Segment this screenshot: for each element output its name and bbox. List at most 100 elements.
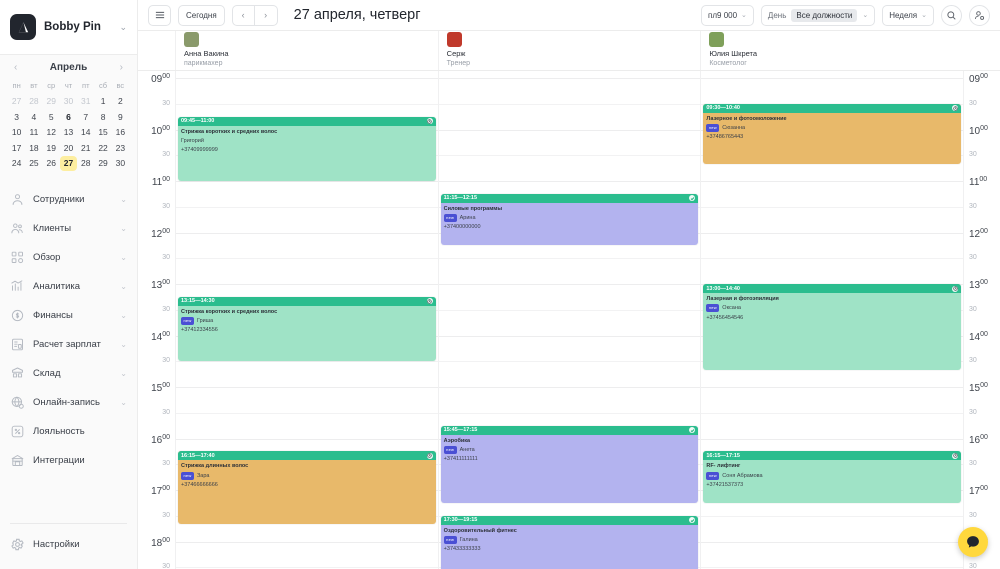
sidebar-item-10[interactable]: Интеграции <box>0 446 137 475</box>
view-mode-dropdown[interactable]: Неделя ⌄ <box>882 4 934 26</box>
calendar-day[interactable]: 28 <box>77 156 94 171</box>
calendar-dow-3: чт <box>64 81 73 90</box>
calendar-day[interactable]: 29 <box>94 156 111 171</box>
calendar-day[interactable]: 21 <box>77 141 94 156</box>
chevron-down-icon[interactable]: ⌄ <box>120 398 127 407</box>
sidebar-item-2[interactable]: Клиенты ⌄ <box>0 214 137 243</box>
calendar-day[interactable]: 11 <box>25 125 42 140</box>
calendar-day[interactable]: 27 <box>8 94 25 109</box>
calendar-day[interactable]: 30 <box>60 94 77 109</box>
calendar-day[interactable]: 6 <box>60 110 77 125</box>
calendar-day[interactable]: 26 <box>43 156 60 171</box>
calendar-day[interactable]: 7 <box>77 110 94 125</box>
appointment-card[interactable]: 16:15—17:15 RF- лифтинг new Соня Абрамова +3… <box>703 451 962 503</box>
grid-line-hour <box>176 78 438 79</box>
schedule-column-3[interactable]: 09:30—10:40 Лазерное и фотоомоложение new С… <box>700 71 964 569</box>
calendar-day-selected[interactable]: 27 <box>59 156 78 171</box>
calendar-day[interactable]: 12 <box>43 125 60 140</box>
sidebar-divider <box>10 523 127 524</box>
appointment-card[interactable]: 11:15—12:15 Силовые программы new Арина +374… <box>440 193 699 246</box>
sidebar-item-label: Онлайн-запись <box>33 396 100 408</box>
main-area: Сегодня ‹ › 27 апреля, четверг пл9 000 ⌄… <box>138 0 1000 569</box>
appointment-phone: +37411111111 <box>443 456 478 463</box>
appointment-card[interactable]: 09:45—11:00 Стрижка коротких и средних во… <box>178 116 436 181</box>
appointment-card[interactable]: 09:30—10:40 Лазерное и фотоомоложение new С… <box>703 103 962 164</box>
schedule-column-1[interactable]: 09:45—11:00 Стрижка коротких и средних во… <box>175 71 438 569</box>
calendar-prev-month-button[interactable]: ‹ <box>12 62 19 73</box>
chevron-down-icon[interactable]: ⌄ <box>120 340 127 349</box>
chevron-down-icon[interactable]: ⌄ <box>120 282 127 291</box>
sidebar-item-4[interactable]: Аналитика ⌄ <box>0 272 137 301</box>
calendar-day[interactable]: 10 <box>8 125 25 140</box>
chevron-down-icon: ⌄ <box>921 12 927 19</box>
sidebar-item-9[interactable]: Лояльность <box>0 417 137 446</box>
sidebar-item-1[interactable]: Сотрудники ⌄ <box>0 185 137 214</box>
appointment-body: Оздоровительный фитнес new Галина +37433333… <box>441 525 699 555</box>
appointment-phone: +37400000000 <box>443 224 481 231</box>
calendar-day[interactable]: 19 <box>43 141 60 156</box>
appointment-phone: +37409999999 <box>181 147 218 154</box>
sidebar-item-7[interactable]: Склад ⌄ <box>0 359 137 388</box>
calendar-day[interactable]: 28 <box>25 94 42 109</box>
next-day-button[interactable]: › <box>254 4 278 26</box>
calendar-day[interactable]: 9 <box>112 110 129 125</box>
calendar-day[interactable]: 22 <box>94 141 111 156</box>
new-client-badge: new <box>706 304 720 313</box>
search-icon[interactable] <box>941 4 962 26</box>
calendar-day[interactable]: 13 <box>60 125 77 140</box>
sidebar-item-8[interactable]: Онлайн-запись ⌄ <box>0 388 137 417</box>
chevron-down-icon[interactable]: ⌄ <box>119 22 127 33</box>
grid-line-hour <box>176 181 438 182</box>
staff-column-header-1[interactable]: Анна Вакина парикмахер <box>175 31 438 70</box>
today-button[interactable]: Сегодня <box>178 4 225 26</box>
appointment-card[interactable]: 13:00—14:40 Лазерная и фотоэпиляция new Окс… <box>703 284 962 370</box>
chat-icon[interactable] <box>958 527 988 557</box>
plan-amount-dropdown[interactable]: пл9 000 ⌄ <box>701 4 754 26</box>
calendar-day[interactable]: 20 <box>60 141 77 156</box>
prev-day-button[interactable]: ‹ <box>231 4 255 26</box>
calendar-day[interactable]: 24 <box>8 156 25 171</box>
hamburger-icon[interactable] <box>148 4 171 26</box>
chevron-down-icon[interactable]: ⌄ <box>120 311 127 320</box>
brand-header[interactable]: Bobby Pin ⌄ <box>0 0 137 55</box>
calendar-day[interactable]: 25 <box>25 156 42 171</box>
sidebar-item-5[interactable]: Финансы ⌄ <box>0 301 137 330</box>
schedule-column-2[interactable]: 11:15—12:15 Силовые программы new Арина +374… <box>437 71 701 569</box>
calendar-day[interactable]: 5 <box>43 110 60 125</box>
calendar-day[interactable]: 31 <box>77 94 94 109</box>
chevron-down-icon[interactable]: ⌄ <box>120 369 127 378</box>
chevron-down-icon[interactable]: ⌄ <box>120 253 127 262</box>
sidebar-item-3[interactable]: Обзор ⌄ <box>0 243 137 272</box>
user-settings-icon[interactable] <box>969 4 990 26</box>
staff-role: Косметолог <box>709 60 747 68</box>
chevron-down-icon[interactable]: ⌄ <box>120 195 127 204</box>
calendar-day[interactable]: 14 <box>77 125 94 140</box>
sidebar-item-6[interactable]: Расчет зарплат ⌄ <box>0 330 137 359</box>
calendar-day[interactable]: 17 <box>8 141 25 156</box>
user-icon <box>10 192 25 207</box>
calendar-day[interactable]: 18 <box>25 141 42 156</box>
calendar-day[interactable]: 8 <box>94 110 111 125</box>
staff-column-header-2[interactable]: Серж Тренер <box>437 31 701 70</box>
sidebar-item-settings[interactable]: Настройки <box>0 530 137 559</box>
appointment-header: 16:15—17:15 <box>703 451 962 461</box>
calendar-day[interactable]: 23 <box>112 141 129 156</box>
calendar-next-month-button[interactable]: › <box>118 62 125 73</box>
calendar-day[interactable]: 29 <box>43 94 60 109</box>
appointment-card[interactable]: 15:45—17:15 Аэробика new Анета +37411111111 <box>440 425 699 503</box>
calendar-day[interactable]: 2 <box>112 94 129 109</box>
calendar-day[interactable]: 1 <box>94 94 111 109</box>
calendar-day[interactable]: 4 <box>25 110 42 125</box>
grid-line-half <box>176 103 438 105</box>
grid-line-hour <box>438 335 701 337</box>
calendar-day[interactable]: 3 <box>8 110 25 125</box>
positions-filter[interactable]: День Все должности ⌄ <box>760 4 876 26</box>
staff-column-header-3[interactable]: Юлия Шкрета Косметолог <box>700 31 963 70</box>
calendar-day[interactable]: 15 <box>94 125 111 140</box>
chevron-down-icon[interactable]: ⌄ <box>120 224 127 233</box>
calendar-day[interactable]: 16 <box>112 125 129 140</box>
calendar-day[interactable]: 30 <box>112 156 129 171</box>
appointment-card[interactable]: 16:15—17:40 Стрижка длинных волос new Зара +… <box>178 451 436 525</box>
appointment-card[interactable]: 13:15—14:30 Стрижка коротких и средних во… <box>178 296 436 362</box>
appointment-card[interactable]: 17:30—19:15 Оздоровительный фитнес new Гали… <box>440 515 699 569</box>
